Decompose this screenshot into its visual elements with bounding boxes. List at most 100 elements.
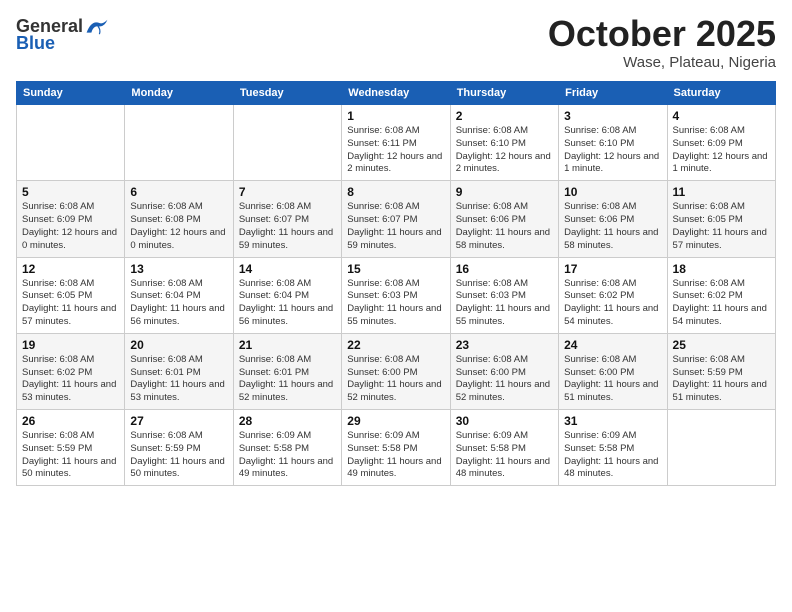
table-row: 25 Sunrise: 6:08 AM Sunset: 5:59 PM Dayli… (667, 333, 775, 409)
day-info: Sunrise: 6:08 AM Sunset: 6:05 PM Dayligh… (673, 201, 770, 252)
day-info: Sunrise: 6:08 AM Sunset: 6:02 PM Dayligh… (22, 354, 119, 405)
day-number: 12 (22, 262, 119, 276)
table-row: 19 Sunrise: 6:08 AM Sunset: 6:02 PM Dayli… (17, 333, 125, 409)
calendar: Sunday Monday Tuesday Wednesday Thursday… (16, 81, 776, 486)
logo: General Blue (16, 16, 109, 54)
table-row: 31 Sunrise: 6:09 AM Sunset: 5:58 PM Dayli… (559, 410, 667, 486)
table-row: 2 Sunrise: 6:08 AM Sunset: 6:10 PM Daylig… (450, 105, 558, 181)
table-row: 24Sunrise: 6:08 AM Sunset: 6:00 PM Dayli… (559, 333, 667, 409)
day-number: 17 (564, 262, 661, 276)
title-block: October 2025 Wase, Plateau, Nigeria (548, 16, 776, 71)
day-number: 5 (22, 185, 119, 199)
weekday-header-row: Sunday Monday Tuesday Wednesday Thursday… (17, 82, 776, 105)
header-sunday: Sunday (17, 82, 125, 105)
day-info: Sunrise: 6:08 AM Sunset: 6:02 PM Dayligh… (564, 278, 661, 329)
page: General Blue October 2025 Wase, Plateau,… (0, 0, 792, 612)
day-number: 20 (130, 338, 227, 352)
day-info: Sunrise: 6:08 AM Sunset: 6:02 PM Dayligh… (673, 278, 770, 329)
location-title: Wase, Plateau, Nigeria (548, 54, 776, 71)
day-info: Sunrise: 6:08 AM Sunset: 6:03 PM Dayligh… (456, 278, 553, 329)
table-row: 16 Sunrise: 6:08 AM Sunset: 6:03 PM Dayli… (450, 257, 558, 333)
day-number: 3 (564, 109, 661, 123)
day-info: Sunrise: 6:09 AM Sunset: 5:58 PM Dayligh… (564, 430, 661, 481)
table-row: 8 Sunrise: 6:08 AM Sunset: 6:07 PM Daylig… (342, 181, 450, 257)
table-row (17, 105, 125, 181)
week-row-4: 26Sunrise: 6:08 AM Sunset: 5:59 PM Dayli… (17, 410, 776, 486)
day-info: Sunrise: 6:08 AM Sunset: 6:07 PM Dayligh… (347, 201, 444, 252)
day-number: 9 (456, 185, 553, 199)
day-info: Sunrise: 6:08 AM Sunset: 6:03 PM Dayligh… (347, 278, 444, 329)
day-info: Sunrise: 6:08 AM Sunset: 6:00 PM Dayligh… (456, 354, 553, 405)
table-row: 15 Sunrise: 6:08 AM Sunset: 6:03 PM Dayli… (342, 257, 450, 333)
table-row: 18 Sunrise: 6:08 AM Sunset: 6:02 PM Dayli… (667, 257, 775, 333)
header-tuesday: Tuesday (233, 82, 341, 105)
day-number: 7 (239, 185, 336, 199)
day-number: 23 (456, 338, 553, 352)
day-number: 25 (673, 338, 770, 352)
table-row: 20 Sunrise: 6:08 AM Sunset: 6:01 PM Dayli… (125, 333, 233, 409)
table-row: 12 Sunrise: 6:08 AM Sunset: 6:05 PM Dayli… (17, 257, 125, 333)
day-info: Sunrise: 6:09 AM Sunset: 5:58 PM Dayligh… (239, 430, 336, 481)
day-number: 31 (564, 414, 661, 428)
day-info: Sunrise: 6:08 AM Sunset: 6:05 PM Dayligh… (22, 278, 119, 329)
day-number: 13 (130, 262, 227, 276)
day-number: 29 (347, 414, 444, 428)
table-row: 13 Sunrise: 6:08 AM Sunset: 6:04 PM Dayli… (125, 257, 233, 333)
day-number: 19 (22, 338, 119, 352)
day-info: Sunrise: 6:08 AM Sunset: 5:59 PM Dayligh… (673, 354, 770, 405)
day-number: 18 (673, 262, 770, 276)
table-row (233, 105, 341, 181)
week-row-2: 12 Sunrise: 6:08 AM Sunset: 6:05 PM Dayli… (17, 257, 776, 333)
table-row (667, 410, 775, 486)
table-row: 21 Sunrise: 6:08 AM Sunset: 6:01 PM Dayli… (233, 333, 341, 409)
day-number: 27 (130, 414, 227, 428)
header-monday: Monday (125, 82, 233, 105)
table-row: 3Sunrise: 6:08 AM Sunset: 6:10 PM Daylig… (559, 105, 667, 181)
table-row: 30 Sunrise: 6:09 AM Sunset: 5:58 PM Dayli… (450, 410, 558, 486)
table-row: 9 Sunrise: 6:08 AM Sunset: 6:06 PM Daylig… (450, 181, 558, 257)
day-info: Sunrise: 6:09 AM Sunset: 5:58 PM Dayligh… (347, 430, 444, 481)
table-row: 28Sunrise: 6:09 AM Sunset: 5:58 PM Dayli… (233, 410, 341, 486)
week-row-1: 5 Sunrise: 6:08 AM Sunset: 6:09 PM Daylig… (17, 181, 776, 257)
table-row: 26Sunrise: 6:08 AM Sunset: 5:59 PM Dayli… (17, 410, 125, 486)
table-row: 1Sunrise: 6:08 AM Sunset: 6:11 PM Daylig… (342, 105, 450, 181)
header-wednesday: Wednesday (342, 82, 450, 105)
day-number: 26 (22, 414, 119, 428)
day-number: 8 (347, 185, 444, 199)
day-number: 2 (456, 109, 553, 123)
day-info: Sunrise: 6:08 AM Sunset: 6:09 PM Dayligh… (22, 201, 119, 252)
day-number: 24 (564, 338, 661, 352)
table-row: 11 Sunrise: 6:08 AM Sunset: 6:05 PM Dayli… (667, 181, 775, 257)
day-info: Sunrise: 6:08 AM Sunset: 6:04 PM Dayligh… (239, 278, 336, 329)
day-info: Sunrise: 6:08 AM Sunset: 6:07 PM Dayligh… (239, 201, 336, 252)
day-number: 4 (673, 109, 770, 123)
week-row-0: 1Sunrise: 6:08 AM Sunset: 6:11 PM Daylig… (17, 105, 776, 181)
header: General Blue October 2025 Wase, Plateau,… (16, 16, 776, 71)
day-info: Sunrise: 6:08 AM Sunset: 6:01 PM Dayligh… (130, 354, 227, 405)
day-number: 21 (239, 338, 336, 352)
day-number: 6 (130, 185, 227, 199)
day-info: Sunrise: 6:09 AM Sunset: 5:58 PM Dayligh… (456, 430, 553, 481)
table-row: 27Sunrise: 6:08 AM Sunset: 5:59 PM Dayli… (125, 410, 233, 486)
day-number: 11 (673, 185, 770, 199)
day-info: Sunrise: 6:08 AM Sunset: 6:09 PM Dayligh… (673, 125, 770, 176)
day-info: Sunrise: 6:08 AM Sunset: 6:01 PM Dayligh… (239, 354, 336, 405)
day-info: Sunrise: 6:08 AM Sunset: 6:00 PM Dayligh… (347, 354, 444, 405)
day-info: Sunrise: 6:08 AM Sunset: 6:04 PM Dayligh… (130, 278, 227, 329)
logo-blue: Blue (16, 33, 55, 54)
day-number: 14 (239, 262, 336, 276)
day-info: Sunrise: 6:08 AM Sunset: 6:10 PM Dayligh… (456, 125, 553, 176)
day-number: 22 (347, 338, 444, 352)
table-row: 14 Sunrise: 6:08 AM Sunset: 6:04 PM Dayli… (233, 257, 341, 333)
day-number: 16 (456, 262, 553, 276)
table-row: 5 Sunrise: 6:08 AM Sunset: 6:09 PM Daylig… (17, 181, 125, 257)
day-number: 15 (347, 262, 444, 276)
week-row-3: 19 Sunrise: 6:08 AM Sunset: 6:02 PM Dayli… (17, 333, 776, 409)
day-number: 30 (456, 414, 553, 428)
table-row: 23 Sunrise: 6:08 AM Sunset: 6:00 PM Dayli… (450, 333, 558, 409)
day-number: 1 (347, 109, 444, 123)
table-row: 4 Sunrise: 6:08 AM Sunset: 6:09 PM Daylig… (667, 105, 775, 181)
day-info: Sunrise: 6:08 AM Sunset: 6:06 PM Dayligh… (456, 201, 553, 252)
month-title: October 2025 (548, 16, 776, 52)
logo-bird-icon (85, 17, 109, 37)
